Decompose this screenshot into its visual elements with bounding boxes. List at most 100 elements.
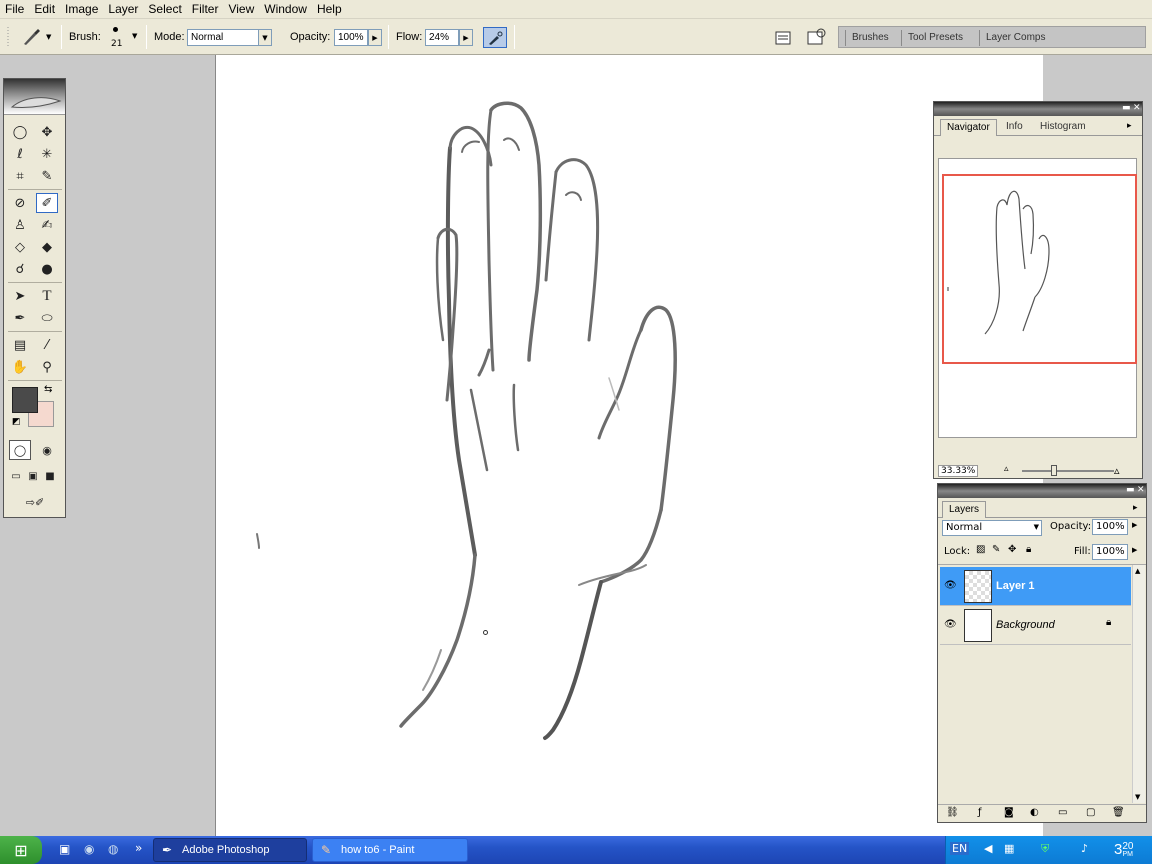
panel-menu-icon[interactable]: ▸	[1133, 503, 1138, 513]
zoom-level[interactable]: 33.33%	[938, 465, 978, 477]
slice-tool[interactable]: ✎	[36, 166, 58, 186]
file-browser-button[interactable]	[806, 26, 828, 48]
menu-file[interactable]: File	[0, 2, 29, 16]
pen-tool[interactable]: ✒	[9, 308, 31, 328]
eye-icon[interactable]: 👁︎	[944, 619, 957, 630]
swap-colors-icon[interactable]: ⇆	[44, 384, 52, 395]
toggle-brushes-palette-button[interactable]	[773, 28, 793, 47]
crop-tool[interactable]: ⌗	[9, 166, 31, 186]
path-selection-tool[interactable]: ➤	[9, 286, 31, 306]
lasso-tool[interactable]: ℓ	[9, 144, 31, 164]
navigator-preview[interactable]	[938, 158, 1137, 438]
airbrush-button[interactable]	[483, 27, 507, 48]
palette-tab-layer-comps[interactable]: Layer Comps	[979, 30, 1051, 46]
network-icon[interactable]: ▦	[1004, 842, 1014, 855]
flow-slider-button[interactable]: ▶	[459, 29, 473, 46]
zoom-out-icon[interactable]: ▵	[1004, 464, 1009, 474]
layer-style-icon[interactable]: ƒ	[978, 807, 982, 818]
blur-tool[interactable]: ☌	[9, 259, 31, 279]
eyedropper-tool[interactable]: ⁄	[36, 335, 58, 355]
zoom-tool[interactable]: ⚲	[36, 357, 58, 377]
flow-input[interactable]: 24%	[425, 29, 459, 46]
task-adobe-photoshop[interactable]: ✒ Adobe Photoshop	[153, 838, 307, 862]
chevron-right-icon[interactable]: ▶	[1132, 546, 1137, 554]
new-group-icon[interactable]: ▭	[1058, 807, 1067, 818]
layer-row-layer-1[interactable]: 👁︎ Layer 1	[940, 567, 1131, 606]
mode-dropdown-button[interactable]: ▼	[258, 29, 272, 46]
default-colors-icon[interactable]: ◩	[12, 417, 21, 427]
scroll-down-icon[interactable]: ▼	[1135, 793, 1140, 801]
brush-picker[interactable]: 21 ▼	[108, 24, 140, 52]
media-player-icon[interactable]: ◍	[108, 842, 118, 856]
screen-mode-full[interactable]: ■	[42, 466, 58, 486]
palette-tab-brushes[interactable]: Brushes	[845, 30, 895, 46]
magic-wand-tool[interactable]: ✳	[36, 144, 58, 164]
palette-tab-tool-presets[interactable]: Tool Presets	[901, 30, 969, 46]
menu-edit[interactable]: Edit	[29, 2, 60, 16]
history-brush-tool[interactable]: ✍	[36, 215, 58, 235]
tab-histogram[interactable]: Histogram	[1034, 119, 1092, 136]
menu-select[interactable]: Select	[143, 2, 186, 16]
opacity-input[interactable]: 100%	[334, 29, 368, 46]
notes-tool[interactable]: ▤	[9, 335, 31, 355]
healing-brush-tool[interactable]: ⊘	[9, 193, 31, 213]
mode-select[interactable]: Normal	[187, 29, 259, 46]
layers-scrollbar[interactable]: ▲ ▼	[1132, 565, 1145, 803]
menu-help[interactable]: Help	[312, 2, 347, 16]
zoom-slider[interactable]	[1022, 470, 1114, 472]
lock-pixels-icon[interactable]: ✎	[992, 544, 1000, 555]
quick-launch-more-icon[interactable]: »	[135, 841, 142, 855]
start-button[interactable]: ⊞	[0, 836, 42, 864]
close-icon[interactable]: ✕	[1137, 485, 1145, 495]
zoom-slider-thumb[interactable]	[1051, 465, 1057, 476]
clock[interactable]: 320PM	[1114, 841, 1144, 858]
language-indicator[interactable]: EN	[950, 842, 970, 855]
menu-layer[interactable]: Layer	[103, 2, 143, 16]
standard-mode-button[interactable]: ◯	[9, 440, 31, 460]
layer-mask-icon[interactable]: ◙	[1004, 807, 1014, 818]
new-layer-icon[interactable]: ▢	[1086, 807, 1095, 818]
task-paint[interactable]: ✎ how to6 - Paint	[312, 838, 468, 862]
layer-row-background[interactable]: 👁︎ Background 🔒︎	[940, 606, 1131, 645]
jump-to-imageready-button[interactable]: ⇨✐	[10, 492, 60, 512]
tool-preset-picker[interactable]: ▼	[20, 26, 56, 48]
show-desktop-icon[interactable]: ▣	[59, 842, 70, 856]
panel-menu-icon[interactable]: ▸	[1127, 121, 1132, 131]
tab-layers[interactable]: Layers	[942, 501, 987, 518]
menu-filter[interactable]: Filter	[187, 2, 224, 16]
menu-window[interactable]: Window	[259, 2, 312, 16]
close-icon[interactable]: ✕	[1133, 103, 1141, 113]
screen-mode-standard[interactable]: ▭	[8, 466, 24, 486]
browser-icon[interactable]: ◉	[84, 842, 94, 856]
menu-image[interactable]: Image	[60, 2, 103, 16]
eraser-tool[interactable]: ◇	[9, 237, 31, 257]
quick-mask-button[interactable]: ◉	[36, 440, 58, 460]
dodge-tool[interactable]: ●	[36, 259, 58, 279]
blend-mode-select[interactable]: Normal ▼	[942, 520, 1042, 536]
volume-icon[interactable]: ♪	[1081, 842, 1088, 855]
link-layers-icon[interactable]: ⛓︎	[946, 807, 959, 818]
tray-expand-icon[interactable]: ◀	[984, 842, 992, 855]
tab-info[interactable]: Info	[1000, 119, 1029, 136]
minimize-icon[interactable]: ▬	[1122, 103, 1131, 113]
type-tool[interactable]: T	[36, 286, 58, 306]
lock-transparency-icon[interactable]: ▨	[976, 544, 985, 555]
brush-tool[interactable]: ✐	[36, 193, 58, 213]
trash-icon[interactable]: 🗑︎	[1112, 807, 1125, 818]
document-canvas[interactable]	[215, 55, 1043, 836]
scroll-up-icon[interactable]: ▲	[1135, 567, 1140, 575]
layer-opacity-input[interactable]: 100%	[1092, 519, 1128, 535]
lock-position-icon[interactable]: ✥	[1008, 544, 1016, 555]
menu-view[interactable]: View	[223, 2, 259, 16]
opacity-slider-button[interactable]: ▶	[368, 29, 382, 46]
paint-bucket-tool[interactable]: ◆	[36, 237, 58, 257]
screen-mode-menubar[interactable]: ▣	[25, 466, 41, 486]
foreground-color-swatch-front[interactable]	[12, 387, 38, 413]
shape-tool[interactable]: ⬭	[36, 308, 58, 328]
minimize-icon[interactable]: ▬	[1126, 485, 1135, 495]
marquee-tool[interactable]: ◯	[9, 122, 31, 142]
layer-fill-input[interactable]: 100%	[1092, 544, 1128, 560]
move-tool[interactable]: ✥	[36, 122, 58, 142]
hand-tool[interactable]: ✋	[9, 357, 31, 377]
zoom-in-icon[interactable]: ▵	[1114, 464, 1120, 477]
